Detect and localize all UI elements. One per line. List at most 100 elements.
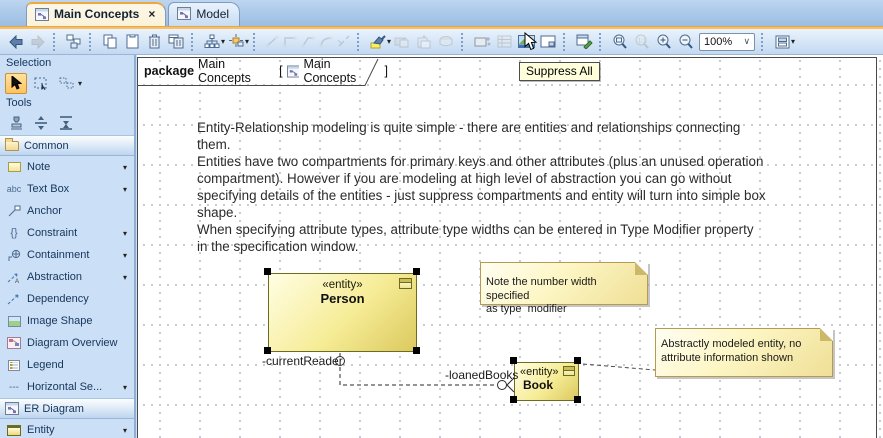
tab-close-icon[interactable]: × bbox=[148, 7, 155, 21]
sticky-select-button[interactable] bbox=[55, 73, 77, 94]
palette-item-image-shape[interactable]: Image Shape bbox=[0, 310, 134, 332]
horizontal-separator-icon: --- bbox=[9, 382, 19, 393]
selection-handle[interactable] bbox=[574, 357, 581, 364]
toolbar-separator bbox=[253, 33, 260, 51]
caret-down-icon[interactable]: ▾ bbox=[123, 163, 127, 172]
note-abstract-entity[interactable]: Abstractly modeled entity, no attribute … bbox=[655, 328, 833, 377]
show-window-button[interactable] bbox=[537, 31, 559, 53]
zoom-level-combo[interactable]: 100% ∨ bbox=[699, 33, 755, 51]
palette-item-dependency[interactable]: Dependency bbox=[0, 288, 134, 310]
palette-item-text-box[interactable]: abc Text Box ▾ bbox=[0, 178, 134, 200]
palette-item-abstraction[interactable]: A Abstraction ▾ bbox=[0, 266, 134, 288]
caret-down-icon[interactable]: ▾ bbox=[123, 273, 127, 282]
delete-button[interactable] bbox=[143, 31, 165, 53]
caret-down-icon[interactable]: ▾ bbox=[123, 383, 127, 392]
zoom-1to1-button[interactable]: 1:1 bbox=[631, 31, 653, 53]
entity-person[interactable]: «entity» Person bbox=[268, 273, 417, 352]
palette-item-label: Containment bbox=[27, 249, 89, 261]
clear-format-button[interactable] bbox=[435, 31, 457, 53]
diagram-properties-button[interactable] bbox=[573, 31, 595, 53]
selection-handle[interactable] bbox=[574, 396, 581, 403]
sticky-stamp-button[interactable] bbox=[5, 113, 27, 134]
palette-item-entity[interactable]: Entity ▾ bbox=[0, 419, 134, 438]
rectilinear-path-button[interactable] bbox=[281, 31, 299, 53]
select-tool-button[interactable] bbox=[5, 73, 27, 94]
palette-item-note[interactable]: Note ▾ bbox=[0, 156, 134, 178]
chevron-down-icon: ∨ bbox=[743, 36, 750, 47]
selection-section-title: Selection bbox=[0, 55, 134, 71]
quick-layout-button[interactable] bbox=[225, 31, 247, 53]
zoom-in-button[interactable] bbox=[653, 31, 675, 53]
paste-button[interactable] bbox=[121, 31, 143, 53]
role-label-current-reader[interactable]: -currentReader bbox=[262, 354, 343, 368]
diagram-canvas[interactable]: package Main Concepts [ Main Concepts ] … bbox=[137, 55, 883, 438]
text-box-icon: abc bbox=[7, 184, 22, 194]
caret-down-icon[interactable]: ▾ bbox=[123, 426, 127, 435]
dependency-icon bbox=[7, 293, 21, 305]
selection-caret[interactable]: ▾ bbox=[78, 79, 82, 88]
selection-handle[interactable] bbox=[510, 396, 517, 403]
tree-layout-button[interactable] bbox=[201, 31, 223, 53]
caret-down-icon[interactable]: ▾ bbox=[123, 251, 127, 260]
constraint-icon: {} bbox=[10, 227, 17, 239]
tab-model[interactable]: Model bbox=[168, 2, 240, 26]
zoom-out-button[interactable] bbox=[675, 31, 697, 53]
caret-down-icon[interactable]: ▾ bbox=[123, 185, 127, 194]
entity-element-icon bbox=[399, 278, 412, 289]
diagram-icon bbox=[177, 7, 191, 20]
tooltip-suppress-all: Suppress All bbox=[519, 62, 600, 81]
book-name: Book bbox=[515, 378, 578, 392]
selection-handle[interactable] bbox=[264, 268, 271, 275]
copy-button[interactable] bbox=[99, 31, 121, 53]
save-view-button[interactable] bbox=[771, 31, 793, 53]
caret-down-icon[interactable]: ▾ bbox=[123, 229, 127, 238]
marquee-select-button[interactable] bbox=[30, 73, 52, 94]
forward-button[interactable] bbox=[27, 31, 49, 53]
entity-book[interactable]: «entity» Book bbox=[514, 362, 579, 401]
containment-tree-button[interactable] bbox=[63, 31, 85, 53]
compartments-button[interactable] bbox=[493, 31, 515, 53]
role-label-loaned-books[interactable]: -loanedBooks bbox=[445, 368, 518, 382]
zoom-region-button[interactable] bbox=[609, 31, 631, 53]
diagram-description-text: Entity-Relationship modeling is quite si… bbox=[197, 119, 801, 255]
package-header-outline bbox=[138, 58, 388, 86]
note-type-modifier[interactable]: Note the number width specified as type … bbox=[480, 262, 648, 305]
oblique-path-button[interactable] bbox=[263, 31, 281, 53]
paste-format-button[interactable] bbox=[413, 31, 435, 53]
palette-item-anchor[interactable]: Anchor bbox=[0, 200, 134, 222]
tool-palette: Selection ▾ Tools Common Note ▾ abc Text… bbox=[0, 55, 136, 438]
common-section-header[interactable]: Common bbox=[0, 135, 134, 156]
zoom-level-value: 100% bbox=[704, 36, 732, 48]
selection-handle[interactable] bbox=[264, 347, 271, 354]
back-button[interactable] bbox=[5, 31, 27, 53]
compress-vertical-button[interactable] bbox=[55, 113, 77, 134]
er-diagram-section-header[interactable]: ER Diagram bbox=[0, 398, 134, 419]
selection-handle[interactable] bbox=[510, 357, 517, 364]
curved-path-button[interactable] bbox=[317, 31, 335, 53]
suppress-all-button[interactable] bbox=[471, 31, 493, 53]
path-style-button[interactable] bbox=[335, 31, 353, 53]
quick-layout-caret[interactable]: ▾ bbox=[245, 37, 249, 46]
palette-item-label: Note bbox=[27, 161, 50, 173]
palette-item-horizontal-separator[interactable]: --- Horizontal Se... ▾ bbox=[0, 376, 134, 398]
delete-view-button[interactable] bbox=[165, 31, 187, 53]
save-view-caret[interactable]: ▾ bbox=[791, 37, 795, 46]
palette-item-label: Anchor bbox=[27, 205, 62, 217]
tools-row bbox=[0, 111, 134, 135]
copy-format-button[interactable] bbox=[391, 31, 413, 53]
distribute-vertical-button[interactable] bbox=[30, 113, 52, 134]
toolbar-separator bbox=[563, 33, 570, 51]
toolbar-separator bbox=[357, 33, 364, 51]
palette-item-containment[interactable]: Containment ▾ bbox=[0, 244, 134, 266]
palette-item-label: Horizontal Se... bbox=[27, 381, 102, 393]
selection-handle[interactable] bbox=[413, 268, 420, 275]
bent-path-button[interactable] bbox=[299, 31, 317, 53]
palette-item-diagram-overview[interactable]: Diagram Overview bbox=[0, 332, 134, 354]
entity-element-icon bbox=[563, 366, 575, 376]
selection-handle[interactable] bbox=[413, 347, 420, 354]
tab-main-concepts[interactable]: Main Concepts × bbox=[26, 2, 166, 26]
palette-item-constraint[interactable]: {} Constraint ▾ bbox=[0, 222, 134, 244]
selection-tool-row: ▾ bbox=[0, 71, 134, 95]
format-painter-button[interactable] bbox=[367, 31, 389, 53]
palette-item-legend[interactable]: Legend bbox=[0, 354, 134, 376]
